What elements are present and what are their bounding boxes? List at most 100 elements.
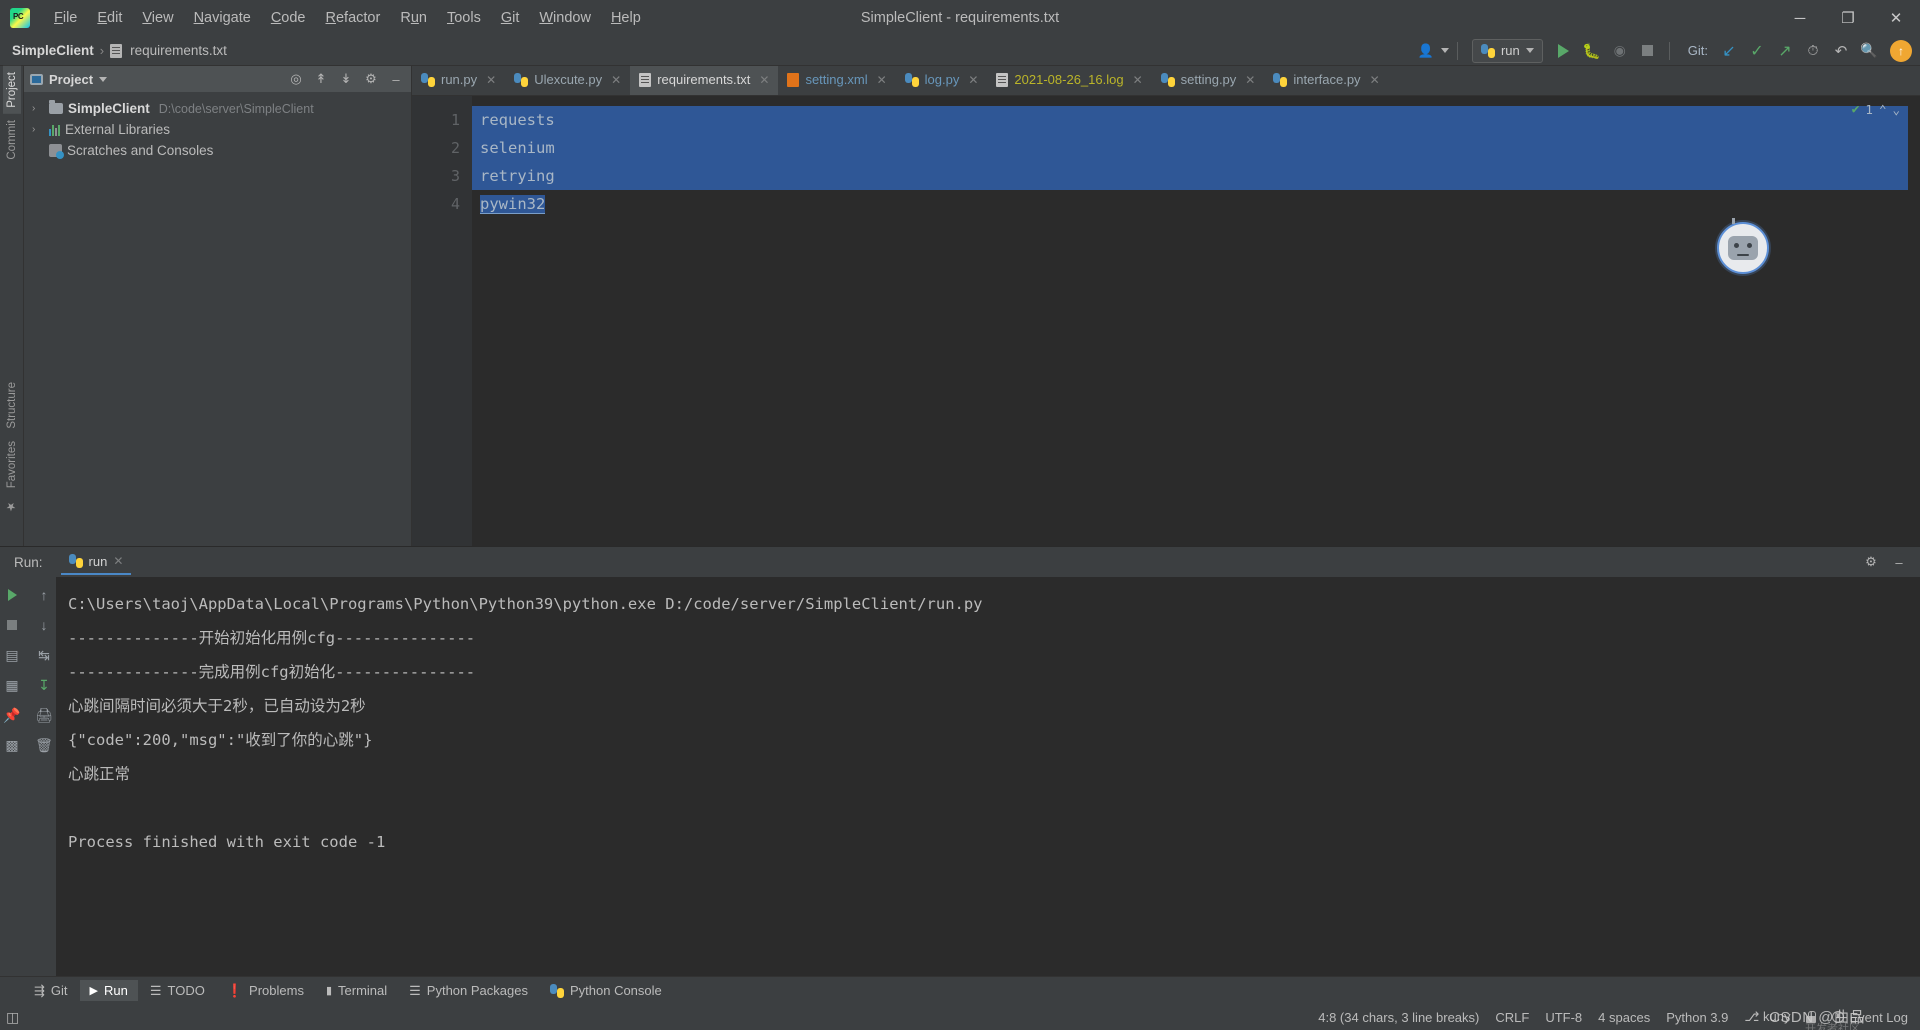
run-session-tab[interactable]: run ✕ bbox=[60, 550, 132, 575]
chevron-right-icon[interactable]: › bbox=[32, 124, 42, 135]
editor-tab-requirements-txt[interactable]: requirements.txt ✕ bbox=[630, 66, 779, 95]
caret-position[interactable]: 4:8 (34 chars, 3 line breaks) bbox=[1318, 1010, 1479, 1025]
show-tool-windows-icon[interactable]: ◫ bbox=[6, 1009, 19, 1026]
pin-icon[interactable]: 📌 bbox=[0, 701, 27, 729]
editor-tab-setting-py[interactable]: setting.py ✕ bbox=[1151, 66, 1265, 95]
tree-node-simpleclient[interactable]: › SimpleClient D:\code\server\SimpleClie… bbox=[24, 98, 411, 119]
git-history-icon[interactable]: ⏱ bbox=[1800, 39, 1826, 63]
soft-wrap-icon[interactable]: ↹ bbox=[29, 641, 59, 669]
menu-tools[interactable]: Tools bbox=[437, 6, 491, 30]
console-scrollbar[interactable] bbox=[1908, 577, 1920, 976]
collapse-all-icon[interactable]: ↡ bbox=[335, 69, 357, 89]
print-icon[interactable]: 🖨 bbox=[29, 701, 59, 729]
maximize-button[interactable]: ❐ bbox=[1824, 0, 1872, 36]
layout-icon[interactable]: ▤ bbox=[0, 641, 27, 669]
chevron-down-icon[interactable]: ⌄ bbox=[1892, 102, 1900, 117]
git-commit-icon[interactable]: ✓ bbox=[1744, 39, 1770, 63]
tool-tab-structure[interactable]: Structure bbox=[3, 376, 21, 435]
account-chevron-down-icon[interactable] bbox=[1440, 48, 1449, 53]
bottom-tab-git[interactable]: ⇶ Git bbox=[24, 980, 78, 1002]
chevron-up-icon[interactable]: ⌃ bbox=[1879, 102, 1887, 117]
minimize-icon[interactable]: – bbox=[1888, 552, 1910, 572]
chevron-right-icon[interactable]: › bbox=[32, 103, 42, 114]
menu-git[interactable]: Git bbox=[491, 6, 530, 30]
python-interpreter[interactable]: Python 3.9 bbox=[1666, 1010, 1728, 1025]
menu-navigate[interactable]: Navigate bbox=[184, 6, 261, 30]
close-button[interactable]: ✕ bbox=[1872, 0, 1920, 36]
hide-panel-icon[interactable]: – bbox=[385, 69, 407, 89]
editor-tab-run-py[interactable]: run.py ✕ bbox=[412, 66, 506, 95]
search-icon[interactable]: 🔍 bbox=[1856, 39, 1882, 63]
tree-node-scratches[interactable]: Scratches and Consoles bbox=[24, 140, 411, 161]
git-rollback-icon[interactable]: ↶ bbox=[1828, 39, 1854, 63]
breadcrumb-file[interactable]: requirements.txt bbox=[130, 43, 227, 58]
git-update-icon[interactable]: ↙ bbox=[1716, 39, 1742, 63]
run-button[interactable] bbox=[1551, 39, 1577, 63]
bottom-tab-problems[interactable]: ❗ Problems bbox=[217, 980, 314, 1002]
menu-run[interactable]: Run bbox=[390, 6, 437, 30]
stop-button[interactable] bbox=[1635, 39, 1661, 63]
tool-tab-star-icon[interactable]: ★ bbox=[2, 494, 22, 520]
close-icon[interactable]: ✕ bbox=[877, 73, 887, 87]
expand-all-icon[interactable]: ↟ bbox=[310, 69, 332, 89]
git-push-icon[interactable]: ↗ bbox=[1772, 39, 1798, 63]
inspection-widget[interactable]: ✔ 1 ⌃ ⌄ bbox=[1852, 102, 1900, 117]
scroll-down-icon[interactable]: ↓ bbox=[29, 611, 59, 639]
debug-button[interactable]: 🐛 bbox=[1579, 39, 1605, 63]
menu-help[interactable]: Help bbox=[601, 6, 651, 30]
editor-tab-log-py[interactable]: log.py ✕ bbox=[895, 66, 988, 95]
tree-node-external-libraries[interactable]: › External Libraries bbox=[24, 119, 411, 140]
close-icon[interactable]: ✕ bbox=[1133, 73, 1143, 87]
trash-icon[interactable]: 🗑 bbox=[29, 731, 59, 759]
breadcrumb-project[interactable]: SimpleClient bbox=[12, 43, 94, 58]
select-opened-file-icon[interactable]: ◎ bbox=[285, 69, 307, 89]
close-icon[interactable]: ✕ bbox=[486, 73, 496, 87]
event-log-button[interactable]: Event Log bbox=[1832, 1010, 1908, 1025]
assistant-robot-icon[interactable] bbox=[1717, 218, 1769, 274]
console-output[interactable]: C:\Users\taoj\AppData\Local\Programs\Pyt… bbox=[56, 577, 1908, 976]
close-icon[interactable]: ✕ bbox=[968, 73, 978, 87]
indent-setting[interactable]: 4 spaces bbox=[1598, 1010, 1650, 1025]
scroll-up-icon[interactable]: ↑ bbox=[29, 581, 59, 609]
close-icon[interactable]: ✕ bbox=[759, 73, 769, 87]
menu-file[interactable]: File bbox=[44, 6, 87, 30]
gear-icon[interactable]: ⚙ bbox=[1860, 552, 1882, 572]
lock-icon[interactable] bbox=[1806, 1011, 1817, 1023]
rerun-icon[interactable] bbox=[0, 581, 27, 609]
editor-scrollbar[interactable] bbox=[1908, 96, 1920, 546]
file-encoding[interactable]: UTF-8 bbox=[1545, 1010, 1582, 1025]
coverage-button[interactable]: ◉ bbox=[1607, 39, 1633, 63]
menu-edit[interactable]: Edit bbox=[87, 6, 132, 30]
scroll-to-end-icon[interactable]: ↧ bbox=[29, 671, 59, 699]
editor-tab-ulexcute-py[interactable]: Ulexcute.py ✕ bbox=[505, 66, 631, 95]
run-configuration-selector[interactable]: run bbox=[1471, 38, 1543, 63]
bottom-tab-python-console[interactable]: Python Console bbox=[540, 980, 672, 1001]
project-chevron-down-icon[interactable] bbox=[99, 76, 108, 82]
close-icon[interactable]: ✕ bbox=[113, 554, 123, 568]
grid-icon[interactable]: ▦ bbox=[0, 671, 27, 699]
stop-icon[interactable] bbox=[0, 611, 27, 639]
close-icon[interactable]: ✕ bbox=[1370, 73, 1380, 87]
editor-tab-setting-xml[interactable]: setting.xml ✕ bbox=[778, 66, 896, 95]
bottom-tab-terminal[interactable]: ▮ Terminal bbox=[316, 980, 397, 1001]
tool-tab-favorites[interactable]: Favorites bbox=[3, 435, 21, 494]
tool-tab-commit[interactable]: Commit bbox=[3, 114, 21, 166]
menu-refactor[interactable]: Refactor bbox=[316, 6, 391, 30]
bottom-tab-todo[interactable]: ☰ TODO bbox=[140, 980, 215, 1002]
minimize-button[interactable]: ─ bbox=[1776, 0, 1824, 36]
menu-view[interactable]: View bbox=[132, 6, 183, 30]
editor-tab-interface-py[interactable]: interface.py ✕ bbox=[1264, 66, 1389, 95]
git-branch[interactable]: ⎇ kuny bbox=[1744, 1009, 1790, 1025]
menu-code[interactable]: Code bbox=[261, 6, 316, 30]
close-icon[interactable]: ✕ bbox=[611, 73, 621, 87]
menu-window[interactable]: Window bbox=[529, 6, 601, 30]
close-icon[interactable]: ✕ bbox=[1245, 73, 1255, 87]
code-editor[interactable]: requests selenium retrying pywin32 ✔ 1 ⌃… bbox=[472, 96, 1908, 546]
tool-tab-project[interactable]: Project bbox=[2, 66, 21, 114]
editor-tab-2021-08-26-16-log[interactable]: 2021-08-26_16.log ✕ bbox=[987, 66, 1152, 95]
gear-icon[interactable]: ⚙ bbox=[360, 69, 382, 89]
account-icon[interactable]: 👤 bbox=[1413, 39, 1439, 63]
structure-icon[interactable]: ▩ bbox=[0, 731, 27, 759]
update-available-icon[interactable]: ↑ bbox=[1890, 39, 1912, 62]
line-separator[interactable]: CRLF bbox=[1495, 1010, 1529, 1025]
